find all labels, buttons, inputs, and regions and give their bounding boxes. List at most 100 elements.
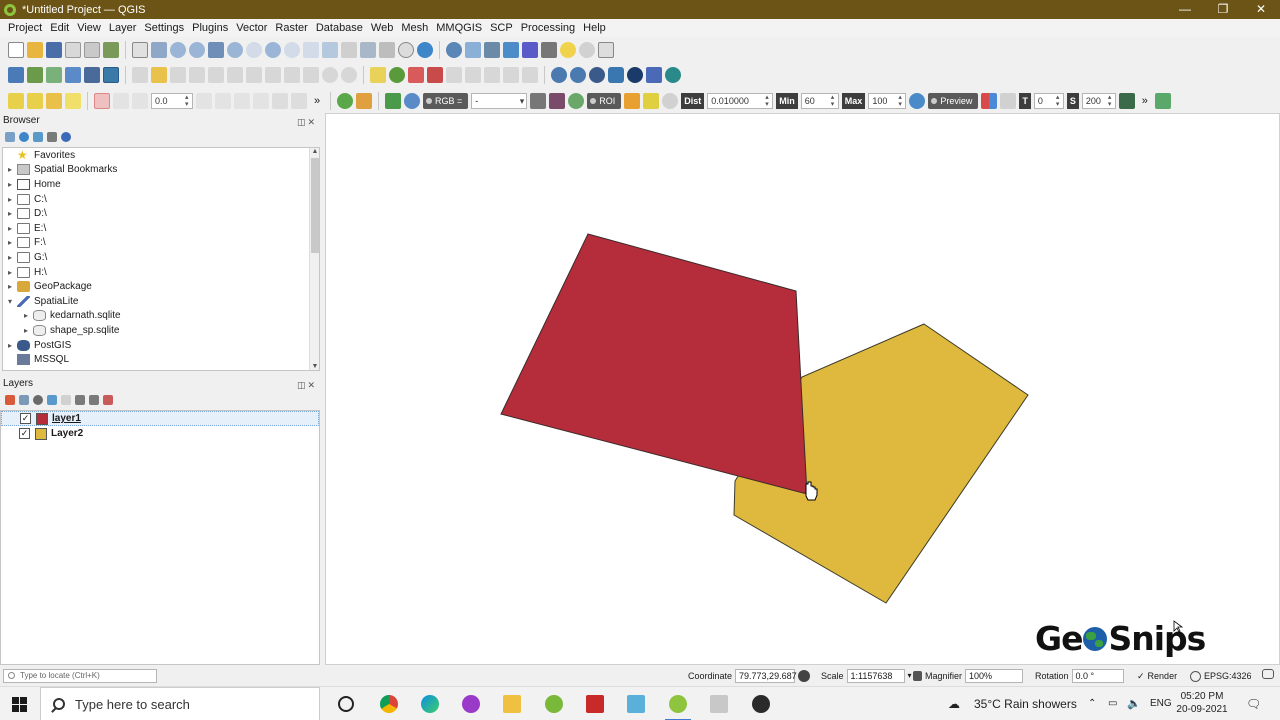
pin-labels-icon[interactable] xyxy=(408,67,424,83)
paste-features-icon[interactable] xyxy=(303,67,319,83)
add-feature-icon[interactable] xyxy=(189,67,205,83)
browser-item-drive-h[interactable]: ▸ H:\ xyxy=(3,265,319,280)
select-by-location-icon[interactable] xyxy=(65,93,81,109)
browser-item-home[interactable]: ▸ Home xyxy=(3,177,319,192)
vector-app-icon[interactable] xyxy=(586,695,604,713)
zoom-out-icon[interactable] xyxy=(189,42,205,58)
scp-stretch-std-icon[interactable] xyxy=(549,93,566,109)
temporal-controller-icon[interactable] xyxy=(398,42,414,58)
refresh-icon[interactable] xyxy=(417,42,433,58)
browser-filter-icon[interactable] xyxy=(33,132,43,142)
add-group-icon[interactable] xyxy=(19,395,29,405)
layer-styling-icon[interactable] xyxy=(5,395,15,405)
expand-arrow-icon[interactable]: ▸ xyxy=(3,238,17,247)
label-tool-icon[interactable] xyxy=(370,67,386,83)
scp-add-roi-icon[interactable] xyxy=(643,93,660,109)
expand-arrow-icon[interactable]: ▸ xyxy=(19,326,33,335)
close-button[interactable]: ✕ xyxy=(1242,0,1280,19)
statistics-sigma-icon[interactable] xyxy=(522,42,538,58)
zoom-in-icon[interactable] xyxy=(170,42,186,58)
style-manager-icon[interactable] xyxy=(103,42,119,58)
browser-refresh-icon[interactable] xyxy=(19,132,29,142)
toggle-editing-pencil-icon[interactable] xyxy=(151,67,167,83)
expand-arrow-icon[interactable]: ▸ xyxy=(3,195,17,204)
scp-settings-icon[interactable] xyxy=(589,67,605,83)
rotation-spinbox[interactable]: 0.0 ° xyxy=(1071,669,1124,683)
layer-item-layer1[interactable]: ✓ layer1 xyxy=(1,411,319,426)
browser-item-kedarnath-sqlite[interactable]: ▸ kedarnath.sqlite xyxy=(3,309,319,324)
expand-arrow-icon[interactable]: ▸ xyxy=(3,341,17,350)
scp-draw-roi-icon[interactable] xyxy=(624,93,641,109)
menu-processing[interactable]: Processing xyxy=(517,19,579,37)
add-wms-layer-icon[interactable] xyxy=(84,67,100,83)
zoom-native-icon[interactable] xyxy=(265,42,281,58)
dist-spinbox[interactable]: 0.010000 xyxy=(707,93,774,109)
volume-icon[interactable]: 🔈 xyxy=(1127,687,1141,720)
tracing-tool-icon[interactable] xyxy=(234,93,250,109)
opacity-spinbox[interactable]: 0.0 xyxy=(151,93,193,109)
scp-zoom-roi-icon[interactable] xyxy=(568,93,585,109)
data-source-manager-icon[interactable] xyxy=(8,67,24,83)
python-console-icon[interactable] xyxy=(608,67,624,83)
windows-start-icon[interactable] xyxy=(12,697,27,712)
add-raster-layer-icon[interactable] xyxy=(65,67,81,83)
map-tips-icon[interactable] xyxy=(560,42,576,58)
zoom-to-layer-icon[interactable] xyxy=(246,42,262,58)
rgb-combo[interactable]: - xyxy=(471,93,528,109)
filter-expression-icon[interactable] xyxy=(61,395,71,405)
browser-scrollbar[interactable]: ▲ ▼ xyxy=(309,148,319,370)
menu-help[interactable]: Help xyxy=(579,19,610,37)
scp-redo-preview-icon[interactable] xyxy=(1000,93,1017,109)
scroll-down-icon[interactable]: ▼ xyxy=(310,363,319,370)
toolbar-more-chevron[interactable]: » xyxy=(1138,95,1152,107)
expand-arrow-icon[interactable]: ▸ xyxy=(3,253,17,262)
deselect-features-icon[interactable] xyxy=(46,93,62,109)
save-edits-icon[interactable] xyxy=(170,67,186,83)
expand-arrow-icon[interactable]: ▸ xyxy=(3,180,17,189)
browser-item-mssql[interactable]: MSSQL xyxy=(3,352,319,367)
undo-icon[interactable] xyxy=(322,67,338,83)
layers-panel-close-icon[interactable]: ◫✕ xyxy=(297,378,317,392)
add-vector-layer-icon[interactable] xyxy=(46,67,62,83)
weather-cloud-icon[interactable]: ☁ xyxy=(948,687,960,720)
menu-settings[interactable]: Settings xyxy=(140,19,188,37)
menu-project[interactable]: Project xyxy=(4,19,46,37)
notification-icon[interactable]: 🗨 xyxy=(1246,687,1261,720)
scp-dock-icon[interactable] xyxy=(1154,93,1171,109)
browser-item-drive-e[interactable]: ▸ E:\ xyxy=(3,221,319,236)
zoom-next-icon[interactable] xyxy=(303,42,319,58)
layer1-visibility-checkbox[interactable]: ✓ xyxy=(20,413,31,424)
pan-to-selection-icon[interactable] xyxy=(151,42,167,58)
menu-mmqgis[interactable]: MMQGIS xyxy=(432,19,486,37)
battery-icon[interactable]: ▭ xyxy=(1108,687,1117,720)
scp-classification-icon[interactable] xyxy=(981,93,998,109)
browser-item-postgis[interactable]: ▸ PostGIS xyxy=(3,338,319,353)
digitize-ellipse-icon[interactable] xyxy=(132,93,148,109)
show-bookmarks-icon[interactable] xyxy=(379,42,395,58)
redo-icon[interactable] xyxy=(341,67,357,83)
advanced-digitizing-icon[interactable] xyxy=(94,93,110,109)
scrollbar-thumb[interactable] xyxy=(311,158,319,253)
notebook-icon[interactable] xyxy=(627,695,645,713)
save-project-icon[interactable] xyxy=(46,42,62,58)
scp-tools-icon[interactable] xyxy=(356,93,372,109)
pan-hand-icon[interactable] xyxy=(132,42,148,58)
scale-dropdown-chevron-icon[interactable]: ▾ xyxy=(908,669,912,683)
snapping-tool-icon[interactable] xyxy=(215,93,231,109)
scp-band-set-icon[interactable] xyxy=(385,93,401,109)
menu-database[interactable]: Database xyxy=(312,19,367,37)
shape-tool-icon[interactable] xyxy=(196,93,212,109)
taskbar-search-box[interactable]: Type here to search xyxy=(40,687,320,720)
plugin-eye-icon[interactable] xyxy=(665,67,681,83)
scp-remove-tmp-icon[interactable] xyxy=(1118,93,1135,109)
menu-raster[interactable]: Raster xyxy=(271,19,311,37)
cut-features-icon[interactable] xyxy=(265,67,281,83)
new-geopackage-layer-icon[interactable] xyxy=(27,67,43,83)
new-map-view-icon[interactable] xyxy=(322,42,338,58)
t-spinbox[interactable]: 0 xyxy=(1033,93,1064,109)
tray-chevron-icon[interactable]: ⌃ xyxy=(1088,687,1096,720)
measure-icon[interactable] xyxy=(541,42,557,58)
zoom-to-selection-icon[interactable] xyxy=(227,42,243,58)
scp-globe-icon[interactable] xyxy=(551,67,567,83)
expand-arrow-icon[interactable]: ▸ xyxy=(3,165,17,174)
